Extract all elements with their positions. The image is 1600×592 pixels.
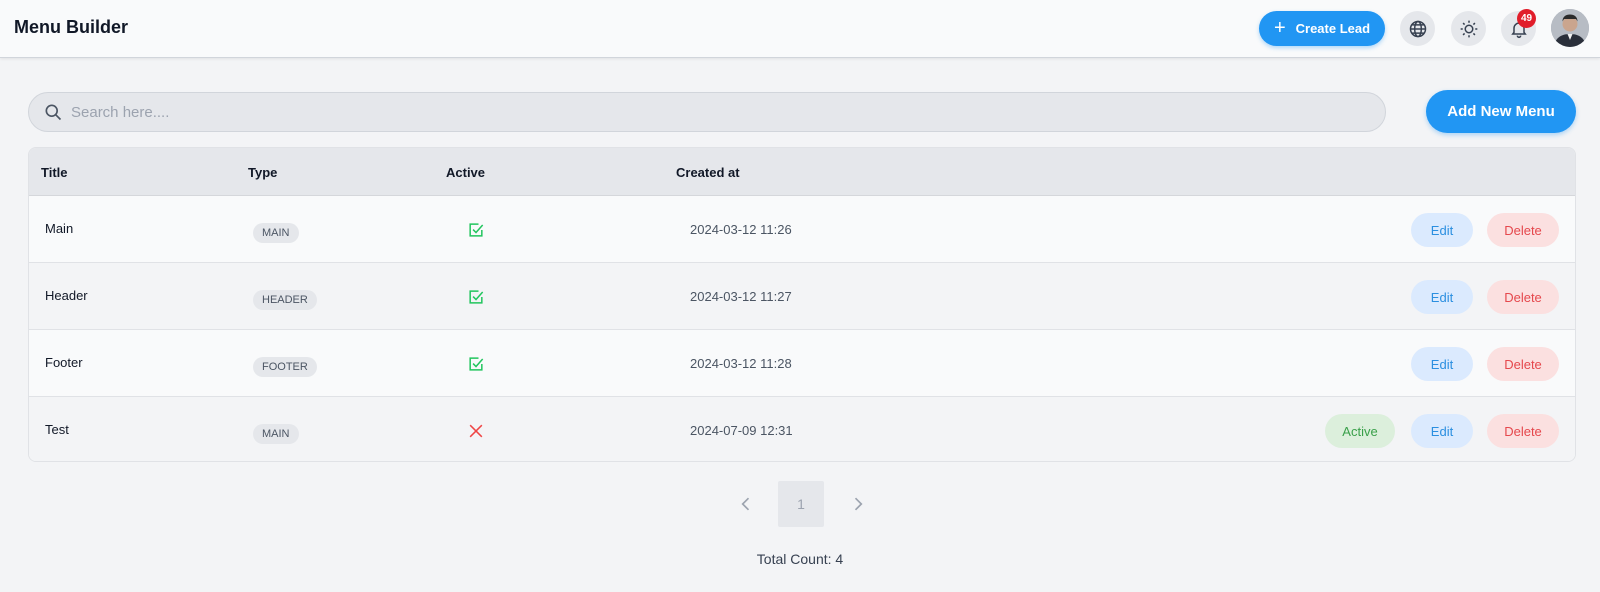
create-lead-button[interactable]: + Create Lead	[1259, 11, 1385, 46]
globe-icon	[1409, 20, 1426, 37]
edit-button[interactable]: Edit	[1411, 414, 1473, 448]
user-photo	[1551, 9, 1589, 47]
table-header: Title Type Active Created at	[29, 148, 1575, 196]
checkbox-check-icon	[469, 290, 484, 304]
type-badge: FOOTER	[253, 357, 317, 377]
menu-table: Title Type Active Created at Main MAIN 2…	[28, 147, 1576, 462]
column-header-created-at: Created at	[676, 165, 740, 180]
table-row: Footer FOOTER 2024-03-12 11:28 Edit Dele…	[29, 330, 1575, 397]
pagination: 1	[0, 481, 1600, 527]
row-title: Footer	[45, 355, 83, 370]
table-row: Main MAIN 2024-03-12 11:26 Edit Delete	[29, 196, 1575, 263]
column-header-active: Active	[446, 165, 486, 180]
total-count: Total Count: 4	[756, 551, 844, 567]
language-button[interactable]	[1400, 11, 1435, 46]
type-badge: MAIN	[253, 424, 299, 444]
add-new-menu-button[interactable]: Add New Menu	[1426, 90, 1576, 133]
top-bar: Menu Builder + Create Lead 49	[0, 0, 1600, 58]
checkbox-check-icon	[469, 357, 484, 371]
avatar[interactable]	[1551, 9, 1589, 47]
row-created-at: 2024-03-12 11:27	[690, 289, 792, 304]
notification-badge: 49	[1517, 9, 1536, 28]
chevron-left-icon[interactable]	[736, 494, 756, 514]
search-icon	[45, 104, 62, 121]
row-created-at: 2024-07-09 12:31	[690, 423, 793, 438]
page-button-current[interactable]: 1	[778, 481, 824, 527]
edit-button[interactable]: Edit	[1411, 347, 1473, 381]
theme-toggle-button[interactable]	[1451, 11, 1486, 46]
column-header-title: Title	[41, 165, 68, 180]
row-title: Main	[45, 221, 74, 236]
row-title: Header	[45, 288, 88, 303]
delete-button[interactable]: Delete	[1487, 347, 1559, 381]
delete-button[interactable]: Delete	[1487, 414, 1559, 448]
close-icon	[469, 424, 483, 438]
search-input[interactable]	[71, 103, 1351, 121]
edit-button[interactable]: Edit	[1411, 213, 1473, 247]
plus-icon: +	[1273, 16, 1286, 39]
search-box	[28, 92, 1386, 132]
row-title: Test	[45, 422, 69, 437]
delete-button[interactable]: Delete	[1487, 280, 1559, 314]
type-badge: HEADER	[253, 290, 317, 310]
type-badge: MAIN	[253, 223, 299, 243]
sun-icon	[1460, 20, 1477, 37]
checkbox-check-icon	[469, 223, 484, 237]
delete-button[interactable]: Delete	[1487, 213, 1559, 247]
create-lead-label: Create Lead	[1295, 21, 1371, 36]
activate-button[interactable]: Active	[1325, 414, 1395, 448]
edit-button[interactable]: Edit	[1411, 280, 1473, 314]
table-row: Test MAIN 2024-07-09 12:31 Active Edit D…	[29, 397, 1575, 461]
column-header-type: Type	[248, 165, 278, 180]
chevron-right-icon[interactable]	[848, 494, 868, 514]
table-row: Header HEADER 2024-03-12 11:27 Edit Dele…	[29, 263, 1575, 330]
row-created-at: 2024-03-12 11:26	[690, 222, 792, 237]
row-created-at: 2024-03-12 11:28	[690, 356, 792, 371]
page-title: Menu Builder	[14, 17, 129, 37]
